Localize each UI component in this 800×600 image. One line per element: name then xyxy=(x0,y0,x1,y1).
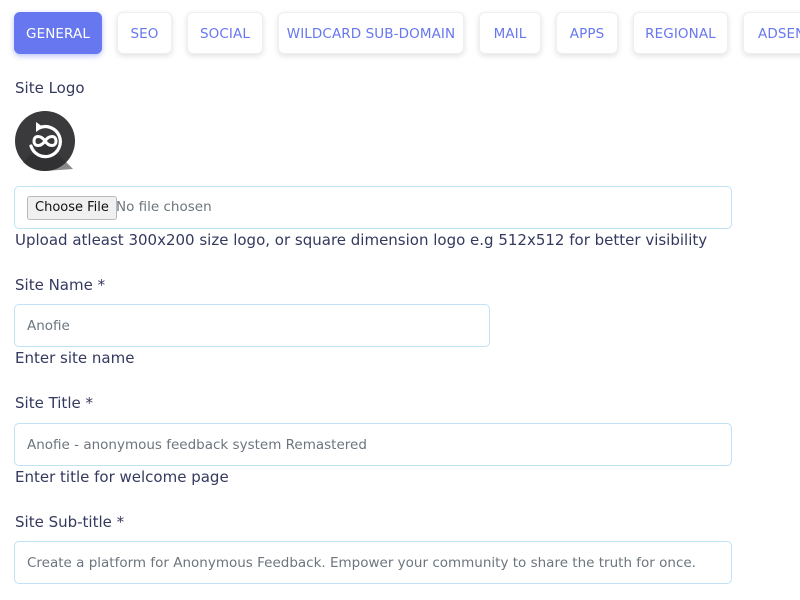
site-logo-file-input[interactable]: Choose File No file chosen xyxy=(14,186,732,229)
infinity-refresh-icon xyxy=(15,111,75,172)
no-file-chosen-text: No file chosen xyxy=(116,199,212,215)
tab-apps[interactable]: APPS xyxy=(556,12,618,54)
site-name-help-text: Enter site name xyxy=(15,349,135,367)
site-logo-label: Site Logo xyxy=(15,79,85,97)
tab-adsense[interactable]: ADSEN xyxy=(743,12,800,54)
tab-social[interactable]: SOCIAL xyxy=(187,12,263,54)
site-name-label: Site Name * xyxy=(15,276,106,294)
site-title-input[interactable] xyxy=(14,423,732,466)
tab-regional[interactable]: REGIONAL xyxy=(633,12,728,54)
site-title-label: Site Title * xyxy=(15,394,93,412)
tab-wildcard-sub-domain[interactable]: WILDCARD SUB-DOMAIN xyxy=(278,12,464,54)
site-subtitle-label: Site Sub-title * xyxy=(15,513,125,531)
tab-general[interactable]: GENERAL xyxy=(14,12,102,54)
tab-mail[interactable]: MAIL xyxy=(479,12,541,54)
settings-tabs: GENERAL SEO SOCIAL WILDCARD SUB-DOMAIN M… xyxy=(0,0,800,66)
site-logo-help-text: Upload atleast 300x200 size logo, or squ… xyxy=(15,231,708,249)
choose-file-button[interactable]: Choose File xyxy=(27,196,117,220)
site-name-input[interactable] xyxy=(14,304,490,347)
site-title-help-text: Enter title for welcome page xyxy=(15,468,229,486)
tab-seo[interactable]: SEO xyxy=(117,12,172,54)
site-subtitle-input[interactable] xyxy=(14,541,732,584)
